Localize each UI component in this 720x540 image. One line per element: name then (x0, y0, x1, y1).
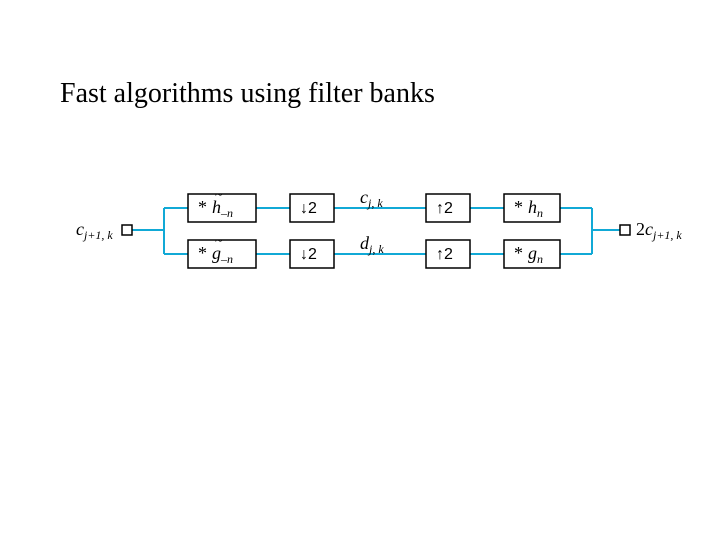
svg-text:↑2: ↑2 (436, 246, 453, 263)
svg-text:*: * (198, 197, 207, 217)
svg-text:↓2: ↓2 (300, 200, 317, 217)
filterbank-diagram: * ~ h–n ↓2 cj, k ↑2 * hn * ~ g–n ↓2 dj, … (0, 0, 720, 540)
svg-text:↑2: ↑2 (436, 200, 453, 217)
svg-text:*: * (198, 243, 207, 263)
input-node (122, 225, 132, 235)
svg-text:*: * (514, 197, 523, 217)
output-label: 2cj+1, k (636, 219, 682, 242)
coeffs-d: dj, k (360, 233, 384, 256)
coeffs-c: cj, k (360, 187, 383, 210)
input-label: cj+1, k (76, 219, 113, 242)
svg-text:↓2: ↓2 (300, 246, 317, 263)
svg-text:*: * (514, 243, 523, 263)
output-node (620, 225, 630, 235)
